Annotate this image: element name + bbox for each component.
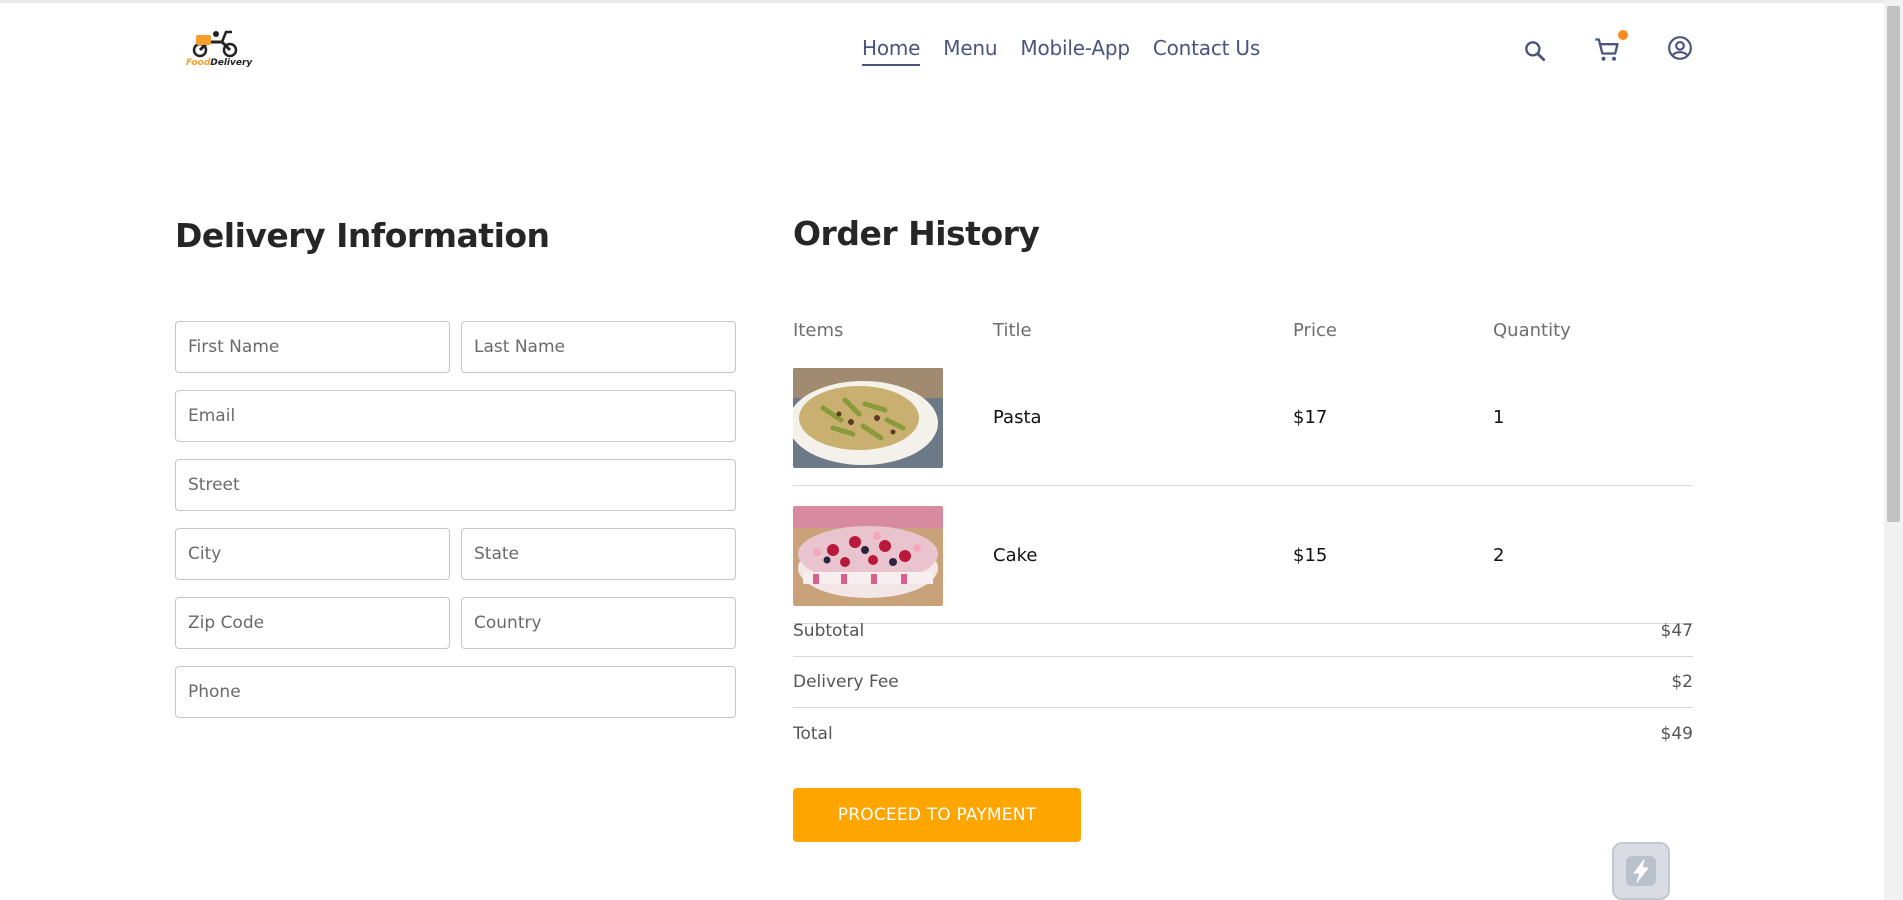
scooter-icon [192,30,238,58]
item-price: $15 [1293,545,1328,566]
delivery-form [175,321,736,735]
item-title: Pasta [993,407,1042,428]
item-quantity: 2 [1493,545,1505,566]
logo-text: FoodDelivery [186,58,252,68]
proceed-to-payment-button[interactable]: PROCEED TO PAYMENT [793,788,1081,842]
header-quantity: Quantity [1493,319,1571,341]
phone-field[interactable] [175,666,736,718]
header-price: Price [1293,319,1337,341]
table-row: Pasta $17 1 [793,348,1693,486]
item-quantity: 1 [1493,407,1505,428]
country-field[interactable] [461,597,736,649]
street-field[interactable] [175,459,736,511]
nav-menu: Home Menu Mobile-App Contact Us [862,36,1260,66]
delivery-title: Delivery Information [175,216,550,255]
nav-home-link[interactable]: Home [862,36,920,66]
subtotal-label: Subtotal [793,621,865,641]
table-row: Cake $15 2 [793,486,1693,624]
floating-widget-button[interactable] [1612,842,1670,900]
table-header: Items Title Price Quantity [793,312,1693,348]
zip-code-field[interactable] [175,597,450,649]
profile-icon[interactable] [1667,35,1693,65]
logo-text-food: Food [186,58,211,68]
email-field[interactable] [175,390,736,442]
cart-badge-dot [1618,30,1628,40]
order-history-title: Order History [793,214,1040,253]
order-table: Items Title Price Quantity Pasta $17 1 C… [793,312,1693,624]
cake-photo [793,505,943,606]
logo[interactable]: FoodDelivery [186,28,252,76]
pasta-photo [793,367,943,468]
total-row: Total $49 [793,708,1693,759]
state-field[interactable] [461,528,736,580]
logo-text-delivery: Delivery [210,58,253,68]
subtotal-value: $47 [1660,621,1693,641]
nav-contact-us-link[interactable]: Contact Us [1153,36,1260,66]
nav-menu-link[interactable]: Menu [943,36,997,66]
delivery-fee-label: Delivery Fee [793,672,899,692]
header-title: Title [993,319,1032,341]
delivery-fee-row: Delivery Fee $2 [793,657,1693,708]
search-icon[interactable] [1522,38,1548,68]
cart-icon[interactable] [1593,36,1621,68]
delivery-information-section: Delivery Information [175,216,736,718]
navbar: FoodDelivery Home Menu Mobile-App Contac… [0,0,1884,100]
nav-mobile-app-link[interactable]: Mobile-App [1020,36,1130,66]
last-name-field[interactable] [461,321,736,373]
scrollbar[interactable] [1884,0,1903,900]
order-summary: Subtotal $47 Delivery Fee $2 Total $49 [793,606,1693,759]
scrollbar-thumb[interactable] [1887,6,1900,522]
total-label: Total [793,723,833,744]
subtotal-row: Subtotal $47 [793,606,1693,657]
first-name-field[interactable] [175,321,450,373]
order-history-section: Order History Items Title Price Quantity [793,214,1693,842]
item-title: Cake [993,545,1038,566]
total-value: $49 [1660,723,1693,744]
lightning-icon [1626,856,1656,886]
item-price: $17 [1293,407,1328,428]
header-items: Items [793,319,844,341]
city-field[interactable] [175,528,450,580]
delivery-fee-value: $2 [1671,672,1693,692]
